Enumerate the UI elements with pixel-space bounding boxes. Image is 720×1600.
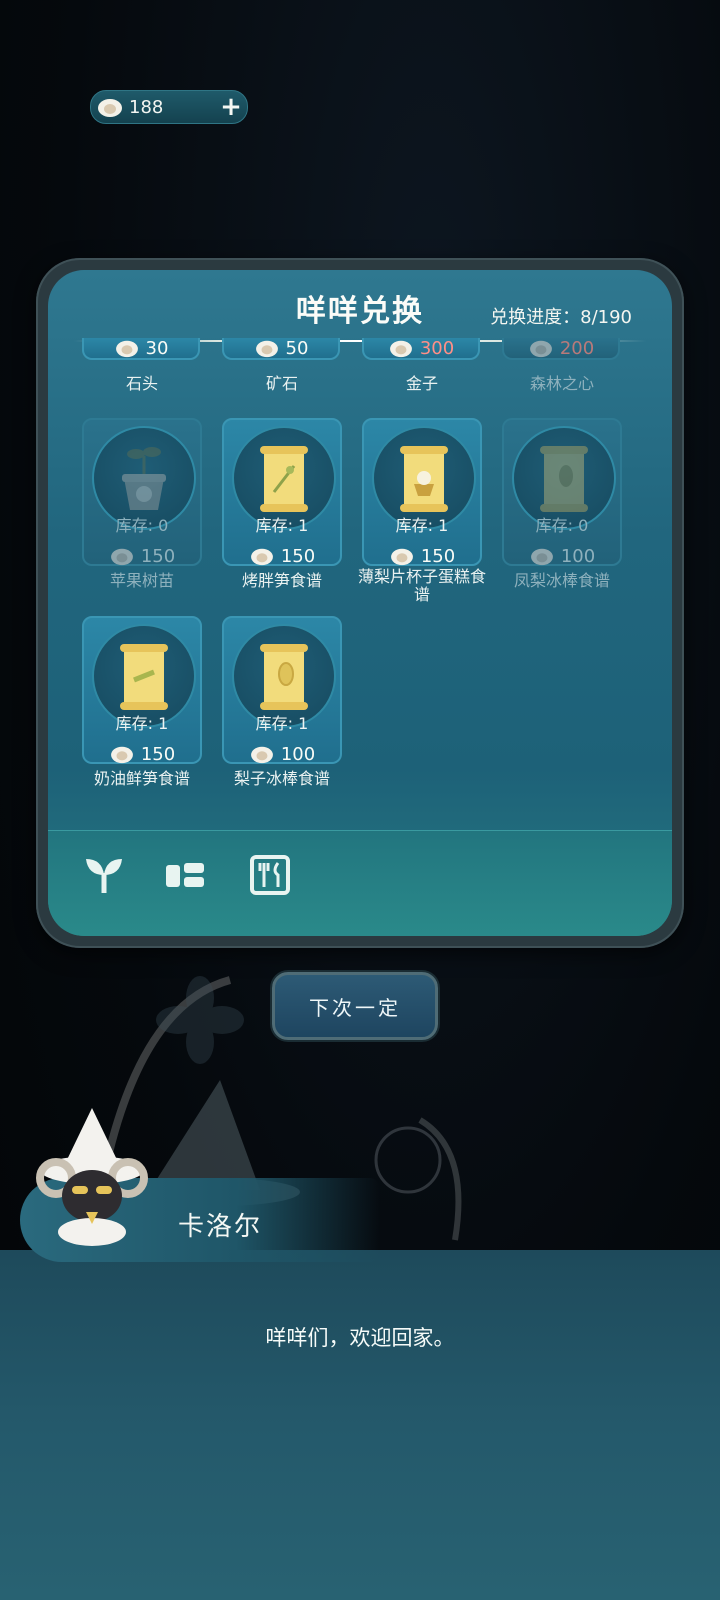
sheep-coin-icon — [529, 340, 552, 358]
item-stock: 库存: 1 — [395, 516, 449, 535]
item-name: 薄梨片杯子蛋糕食谱 — [357, 567, 486, 604]
item-price: 300 — [419, 337, 455, 359]
item-name: 凤梨冰棒食谱 — [513, 571, 610, 590]
sprout-icon[interactable] — [82, 853, 126, 897]
currency-pill: 188 + — [90, 90, 248, 124]
speaker-name: 卡洛尔 — [178, 1212, 263, 1242]
item-price: 150 — [140, 545, 176, 567]
item-stock: 库存: 0 — [115, 516, 169, 535]
dialog-line: 咩咩们，欢迎回家。 — [265, 1326, 455, 1350]
item-name: 梨子冰棒食谱 — [233, 769, 330, 788]
currency-amount: 188 — [129, 96, 164, 118]
sheep-coin-icon — [98, 99, 122, 117]
sheep-coin-icon — [110, 746, 133, 764]
item-name: 奶油鲜笋食谱 — [93, 769, 190, 788]
item-price: 150 — [140, 743, 176, 765]
sheep-coin-icon — [255, 340, 278, 358]
item-stock: 库存: 0 — [535, 516, 589, 535]
dialog-box[interactable]: 咩咩们，欢迎回家。 — [0, 1250, 720, 1600]
recipe-book-icon[interactable] — [248, 853, 292, 897]
item-name: 森林之心 — [529, 374, 594, 393]
item-price: 150 — [280, 545, 316, 567]
item-name: 石头 — [125, 374, 158, 393]
item-name: 苹果树苗 — [109, 571, 174, 590]
item-price: 150 — [420, 545, 456, 567]
item-price: 100 — [280, 743, 316, 765]
item-price: 50 — [285, 337, 309, 359]
plus-icon[interactable]: + — [215, 91, 247, 123]
item-name: 矿石 — [265, 374, 298, 393]
item-price: 30 — [145, 337, 169, 359]
item-stock: 库存: 1 — [255, 516, 309, 535]
item-stock: 库存: 1 — [255, 714, 309, 733]
sheep-coin-icon — [115, 340, 138, 358]
sheep-coin-icon — [250, 548, 273, 566]
next-time-button[interactable]: 下次一定 — [272, 972, 438, 1040]
character-avatar — [36, 1108, 148, 1246]
exchange-panel: 咩咩兑换 兑换进度：8/190 30 石头 50 矿石 300 金子 200 森… — [48, 270, 672, 936]
sheep-coin-icon — [390, 548, 413, 566]
category-tab-bar — [48, 830, 672, 936]
resource-icon[interactable] — [164, 853, 208, 897]
item-price: 200 — [559, 337, 595, 359]
sheep-coin-icon — [110, 548, 133, 566]
sheep-coin-icon — [389, 340, 412, 358]
item-price: 100 — [560, 545, 596, 567]
item-name: 金子 — [405, 374, 438, 393]
item-stock: 库存: 1 — [115, 714, 169, 733]
sheep-coin-icon — [530, 548, 553, 566]
item-name: 烤胖笋食谱 — [241, 571, 322, 590]
sheep-coin-icon — [250, 746, 273, 764]
